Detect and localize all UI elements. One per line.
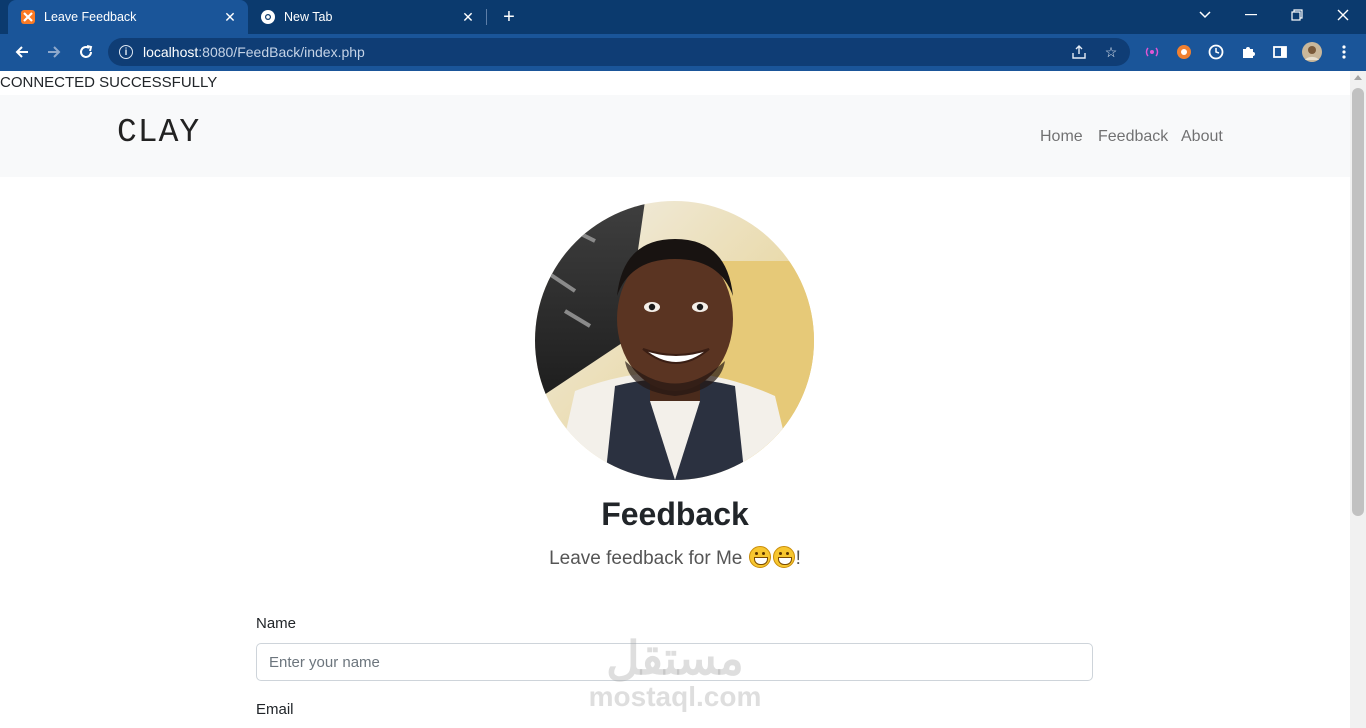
extension-orange-icon[interactable] bbox=[1175, 43, 1193, 61]
xampp-favicon-icon bbox=[20, 9, 36, 25]
extension-clock-icon[interactable] bbox=[1207, 43, 1225, 61]
grinning-face-icon bbox=[772, 546, 795, 568]
browser-toolbar: i localhost:8080/FeedBack/index.php ☆ bbox=[0, 34, 1366, 70]
lead-text-content: Leave feedback for Me bbox=[549, 548, 743, 569]
close-tab-icon[interactable]: ✕ bbox=[458, 7, 478, 27]
bookmark-star-icon[interactable]: ☆ bbox=[1102, 43, 1120, 61]
forward-arrow-icon[interactable] bbox=[42, 40, 66, 64]
name-label: Name bbox=[256, 615, 297, 632]
name-input[interactable] bbox=[256, 643, 1093, 681]
watermark-latin: mostaql.com bbox=[588, 681, 762, 712]
tab-separator bbox=[486, 9, 487, 25]
tab-new-tab[interactable]: New Tab ✕ bbox=[250, 0, 486, 34]
lead-text: Leave feedback for Me ! bbox=[0, 546, 1350, 570]
nav-link-about[interactable]: About bbox=[1181, 128, 1223, 146]
lead-suffix: ! bbox=[795, 548, 801, 569]
scroll-thumb[interactable] bbox=[1352, 88, 1364, 516]
nav-link-home[interactable]: Home bbox=[1040, 128, 1083, 146]
url-text: localhost:8080/FeedBack/index.php bbox=[143, 44, 365, 60]
page-heading: Feedback bbox=[601, 496, 749, 532]
page-viewport: CONNECTED SUCCESSFULLY CLAY Home Feedbac… bbox=[0, 71, 1350, 728]
extension-broadcast-icon[interactable] bbox=[1143, 43, 1161, 61]
scroll-up-arrow-icon[interactable] bbox=[1354, 75, 1362, 80]
tab-leave-feedback[interactable]: Leave Feedback ✕ bbox=[8, 0, 248, 34]
tab-title: New Tab bbox=[284, 10, 333, 24]
email-label: Email bbox=[256, 701, 294, 718]
chrome-menu-icon[interactable] bbox=[1335, 43, 1353, 61]
minimize-icon[interactable] bbox=[1228, 0, 1274, 30]
close-window-icon[interactable] bbox=[1320, 0, 1366, 30]
nav-link-feedback[interactable]: Feedback bbox=[1098, 128, 1168, 146]
grinning-face-icon bbox=[748, 546, 771, 568]
new-tab-icon[interactable]: + bbox=[498, 6, 520, 28]
reload-icon[interactable] bbox=[74, 40, 98, 64]
close-tab-icon[interactable]: ✕ bbox=[220, 7, 240, 27]
address-bar[interactable]: i localhost:8080/FeedBack/index.php ☆ bbox=[108, 38, 1130, 66]
site-brand[interactable]: CLAY bbox=[117, 114, 200, 151]
connection-status-text: CONNECTED SUCCESSFULLY bbox=[0, 74, 218, 91]
back-arrow-icon[interactable] bbox=[10, 40, 34, 64]
page-scrollbar[interactable] bbox=[1350, 71, 1366, 728]
side-panel-icon[interactable] bbox=[1271, 43, 1289, 61]
site-navbar: CLAY Home Feedback About bbox=[0, 95, 1350, 177]
profile-photo bbox=[535, 201, 814, 480]
restore-icon[interactable] bbox=[1274, 0, 1320, 30]
profile-avatar[interactable] bbox=[1302, 42, 1322, 62]
extensions-puzzle-icon[interactable] bbox=[1239, 43, 1257, 61]
share-icon[interactable] bbox=[1070, 43, 1088, 61]
tab-title: Leave Feedback bbox=[44, 10, 137, 24]
site-info-icon[interactable]: i bbox=[119, 45, 133, 59]
chrome-icon bbox=[260, 9, 276, 25]
tab-search-icon[interactable] bbox=[1182, 0, 1228, 30]
browser-tab-strip: Leave Feedback ✕ New Tab ✕ + bbox=[0, 0, 1366, 34]
